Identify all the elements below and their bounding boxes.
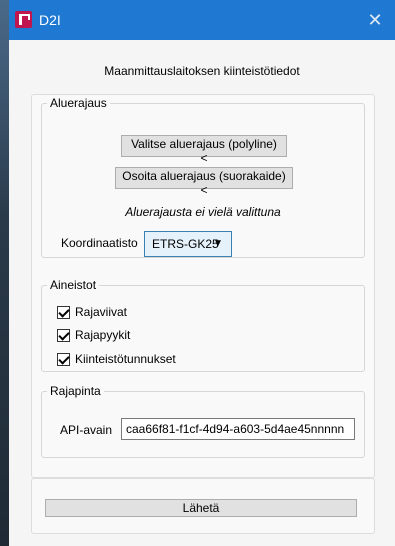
checkbox-label: Rajaviivat xyxy=(75,305,128,319)
main-panel: Aluerajaus Valitse aluerajaus (polyline)… xyxy=(31,94,375,478)
api-key-label: API-avain xyxy=(60,423,113,437)
coordinate-system-label: Koordinaatisto xyxy=(61,236,138,250)
checkbox-rajaviivat[interactable]: Rajaviivat xyxy=(57,305,257,322)
checkbox-rajapyykit[interactable]: Rajapyykit xyxy=(57,328,257,345)
materials-group-legend: Aineistot xyxy=(50,278,97,292)
checkbox-kiinteistotunnukset[interactable]: Kiinteistötunnukset xyxy=(57,352,257,369)
close-icon[interactable]: ✕ xyxy=(355,0,395,40)
api-group-legend: Rajapinta xyxy=(50,384,101,398)
window-title: D2I xyxy=(39,12,61,28)
submit-button[interactable]: Lähetä xyxy=(45,499,357,517)
desktop-background xyxy=(0,0,9,546)
select-rectangle-button[interactable]: Osoita aluerajaus (suorakaide) < xyxy=(115,167,293,197)
title-bar[interactable]: D2I ✕ xyxy=(9,0,395,40)
select-polyline-button[interactable]: Valitse aluerajaus (polyline) < xyxy=(121,135,287,165)
coordinate-system-value: ETRS-GK25 xyxy=(152,237,219,251)
submit-panel: Lähetä xyxy=(31,478,375,534)
checkbox-checked-icon[interactable] xyxy=(57,306,70,319)
coordinate-system-select[interactable]: ETRS-GK25 ▼ xyxy=(144,231,232,257)
checkbox-checked-icon[interactable] xyxy=(57,329,70,342)
api-key-input[interactable] xyxy=(121,418,355,440)
chevron-down-icon: ▼ xyxy=(213,238,223,249)
checkbox-label: Kiinteistötunnukset xyxy=(75,352,176,366)
area-status-text: Aluerajausta ei vielä valittuna xyxy=(125,205,281,219)
d2i-app-icon xyxy=(15,11,32,28)
dialog-client-area: Maanmittauslaitoksen kiinteistötiedot Al… xyxy=(9,40,395,546)
dialog-window: D2I ✕ Maanmittauslaitoksen kiinteistötie… xyxy=(9,0,395,546)
page-title: Maanmittauslaitoksen kiinteistötiedot xyxy=(104,64,300,78)
checkbox-checked-icon[interactable] xyxy=(57,353,70,366)
checkbox-label: Rajapyykit xyxy=(75,328,131,342)
area-group-legend: Aluerajaus xyxy=(50,96,107,110)
